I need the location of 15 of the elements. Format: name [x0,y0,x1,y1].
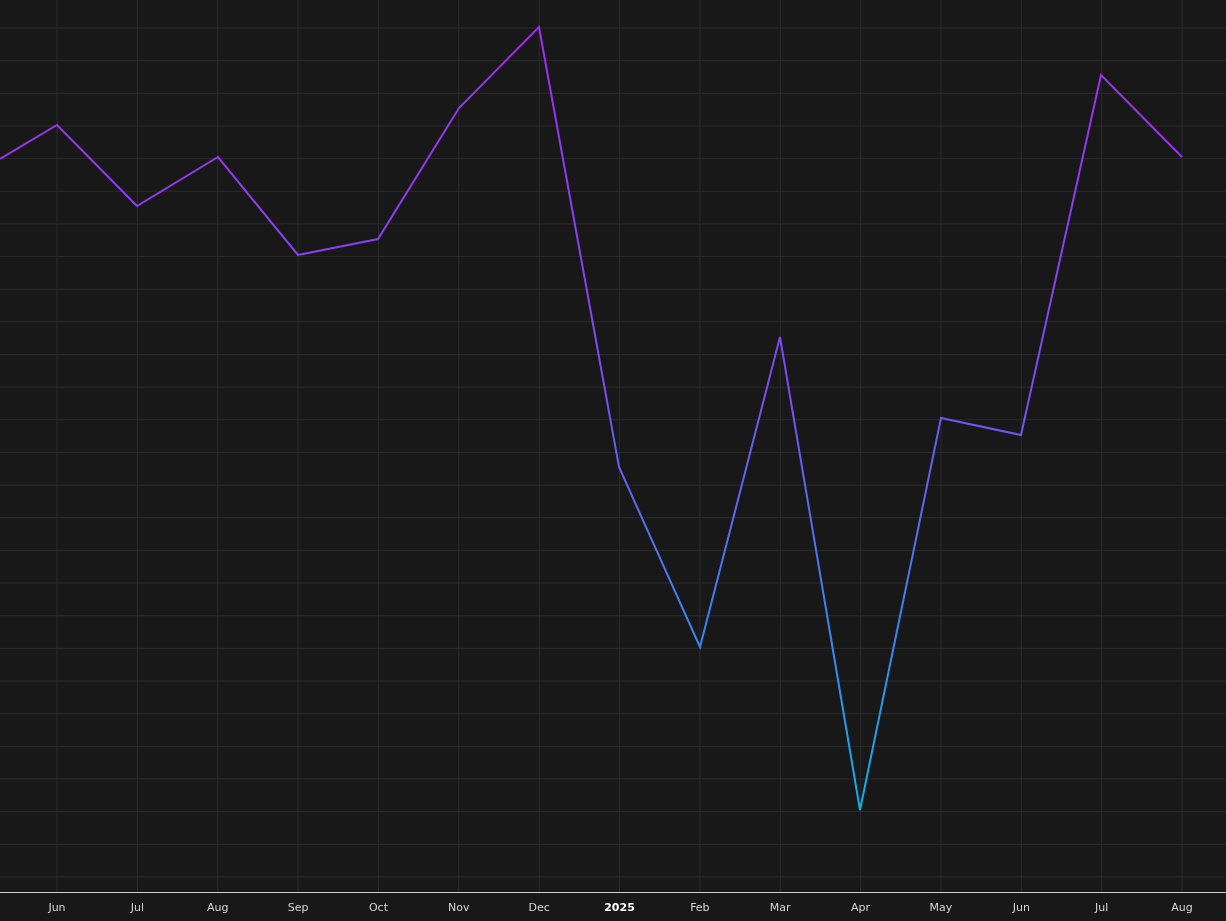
axis-label: Nov [448,901,470,914]
axis-label: Apr [851,901,871,914]
axis-label: Jul [130,901,144,914]
axis-label: Feb [690,901,710,914]
axis-label: Mar [769,901,791,914]
axis-label: Jul [1095,901,1109,914]
axis-label: Jun [48,901,66,914]
axis-label: 2025 [604,901,635,914]
axis-label: Aug [207,901,229,914]
axis-label: Jun [1012,901,1030,914]
axis-label: Aug [1171,901,1193,914]
axis-label: Dec [528,901,550,914]
axis-label: May [929,901,953,914]
axis-label: Sep [287,901,309,914]
axis-label: Oct [368,901,388,914]
